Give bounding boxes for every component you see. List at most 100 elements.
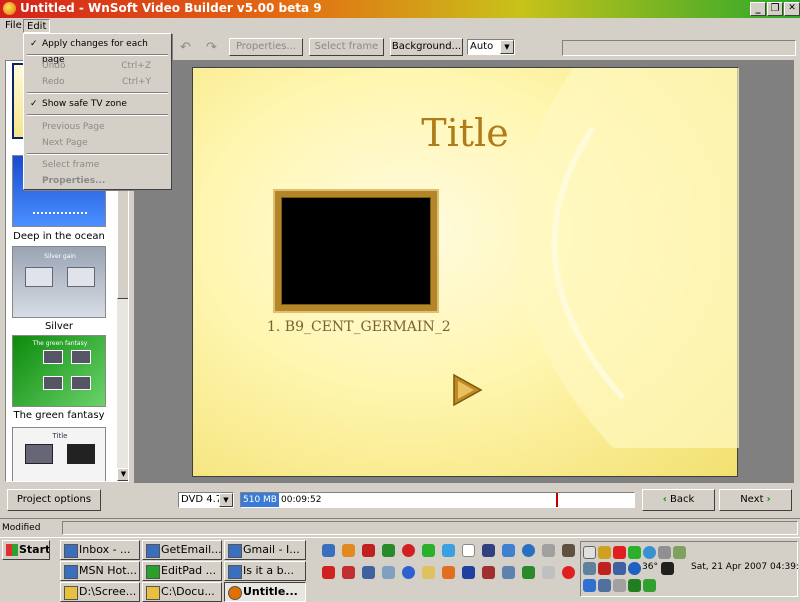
scroll-down-icon[interactable]: ▼ xyxy=(117,468,128,481)
tray-icon[interactable] xyxy=(673,546,686,559)
quick-launch-icon[interactable] xyxy=(362,566,375,579)
quick-launch-icon[interactable] xyxy=(562,544,575,557)
undo-icon[interactable]: ↶ xyxy=(180,40,191,55)
tray-icon[interactable] xyxy=(613,562,626,575)
app-icon xyxy=(228,586,242,600)
quick-launch-icon[interactable] xyxy=(422,566,435,579)
quick-launch-icon[interactable] xyxy=(422,544,435,557)
arrow-left-icon: ‹ xyxy=(662,494,667,505)
task-button-active[interactable]: Untitle... xyxy=(224,582,306,602)
quick-launch-icon[interactable] xyxy=(502,566,515,579)
play-arrow-icon[interactable] xyxy=(451,372,483,408)
quick-launch-icon[interactable] xyxy=(322,566,335,579)
start-label: Start xyxy=(19,543,50,556)
back-button[interactable]: ‹ Back xyxy=(642,489,715,511)
quick-launch-icon[interactable] xyxy=(322,544,335,557)
quick-launch-icon[interactable] xyxy=(562,566,575,579)
menu-item-select-frame[interactable]: Select frame xyxy=(26,157,169,173)
menu-item-label: Select frame xyxy=(42,160,100,170)
menu-item-undo[interactable]: Undo Ctrl+Z xyxy=(26,58,169,74)
task-button[interactable]: MSN Hot... xyxy=(60,561,140,581)
quick-launch-icon[interactable] xyxy=(342,544,355,557)
select-frame-button[interactable]: Select frame xyxy=(309,38,384,56)
tray-icon[interactable] xyxy=(598,546,611,559)
menu-item-show-safe-zone[interactable]: ✓ Show safe TV zone xyxy=(26,96,169,112)
quick-launch-icon[interactable] xyxy=(522,566,535,579)
tray-icon[interactable] xyxy=(658,546,671,559)
properties-button[interactable]: Properties... xyxy=(229,38,303,56)
app-icon[interactable] xyxy=(3,2,16,15)
tray-icon[interactable] xyxy=(643,546,656,559)
next-button[interactable]: Next › xyxy=(719,489,792,511)
task-button[interactable]: Inbox - ... xyxy=(60,540,140,560)
clock[interactable]: Sat, 21 Apr 2007 04:39:10 xyxy=(691,562,800,572)
canvas-title[interactable]: Title xyxy=(219,111,711,155)
quick-launch-icon[interactable] xyxy=(482,544,495,557)
task-button[interactable]: GetEmail... xyxy=(142,540,222,560)
quick-launch-icon[interactable] xyxy=(402,544,415,557)
chevron-down-icon[interactable]: ▼ xyxy=(219,493,233,507)
menu-item-next-page[interactable]: Next Page xyxy=(26,135,169,151)
menu-edit[interactable]: Edit xyxy=(23,19,51,33)
menu-item-previous-page[interactable]: Previous Page xyxy=(26,119,169,135)
task-button[interactable]: EditPad ... xyxy=(142,561,222,581)
quick-launch-icon[interactable] xyxy=(442,544,455,557)
quick-launch-icon[interactable] xyxy=(342,566,355,579)
background-button[interactable]: Background... xyxy=(390,38,463,56)
quick-launch-icon[interactable] xyxy=(482,566,495,579)
toolbar-status-field xyxy=(562,40,796,56)
tray-icon[interactable] xyxy=(613,579,626,592)
tray-icon[interactable] xyxy=(628,546,641,559)
task-button[interactable]: Is it a b... xyxy=(224,561,306,581)
menu-item-redo[interactable]: Redo Ctrl+Y xyxy=(26,74,169,90)
quick-launch-icon[interactable] xyxy=(462,544,475,557)
template-thumb[interactable]: The green fantasy xyxy=(12,335,106,407)
task-button[interactable]: Gmail - I... xyxy=(224,540,306,560)
task-button[interactable]: C:\Docu... xyxy=(142,582,222,602)
chevron-down-icon[interactable]: ▼ xyxy=(500,40,514,54)
tray-icon[interactable] xyxy=(613,546,626,559)
menu-item-apply-changes[interactable]: ✓ Apply changes for each page xyxy=(26,36,169,65)
task-button[interactable]: D:\Scree... xyxy=(60,582,140,602)
tray-icon[interactable] xyxy=(583,579,596,592)
maximize-button[interactable]: ❐ xyxy=(767,2,783,16)
quick-launch-icon[interactable] xyxy=(382,566,395,579)
tray-icon[interactable] xyxy=(598,579,611,592)
aspect-select[interactable]: Auto ▼ xyxy=(467,39,515,55)
quick-launch-icon[interactable] xyxy=(502,544,515,557)
quick-launch-icon[interactable] xyxy=(462,566,475,579)
quick-launch-icon[interactable] xyxy=(522,544,535,557)
project-options-button[interactable]: Project options xyxy=(7,489,101,511)
tray-icon[interactable] xyxy=(643,579,656,592)
system-tray: 36° Sat, 21 Apr 2007 04:39:10 xyxy=(580,541,800,597)
menu-file[interactable]: File xyxy=(2,19,25,33)
weather-icon[interactable] xyxy=(628,562,641,575)
template-thumb[interactable]: Title xyxy=(12,427,106,481)
tray-icon[interactable] xyxy=(661,562,674,575)
tray-icon[interactable] xyxy=(628,579,641,592)
quick-launch-icon[interactable] xyxy=(542,544,555,557)
template-label: Silver xyxy=(44,321,74,332)
start-button[interactable]: Start xyxy=(2,540,50,560)
mail-icon[interactable] xyxy=(583,546,596,559)
quick-launch-icon[interactable] xyxy=(382,544,395,557)
aspect-value: Auto xyxy=(470,41,494,52)
template-thumb[interactable]: Silver gain xyxy=(12,246,106,318)
minimize-button[interactable]: _ xyxy=(750,2,766,16)
video-frame[interactable] xyxy=(275,191,437,311)
quick-launch-icon[interactable] xyxy=(542,566,555,579)
task-label: MSN Hot... xyxy=(79,564,138,577)
quick-launch-icon[interactable] xyxy=(402,566,415,579)
thumb-frame xyxy=(25,444,53,464)
task-label: D:\Scree... xyxy=(79,585,137,598)
close-button[interactable]: ✕ xyxy=(784,2,800,16)
quick-launch-icon[interactable] xyxy=(362,544,375,557)
redo-icon[interactable]: ↷ xyxy=(206,40,217,55)
item-label[interactable]: 1. B9_CENT_GERMAIN_2 xyxy=(267,319,451,335)
quick-launch-icon[interactable] xyxy=(442,566,455,579)
menu-item-properties[interactable]: Properties... xyxy=(26,173,169,189)
tray-icon[interactable] xyxy=(583,562,596,575)
thumb-title: The green fantasy xyxy=(32,340,88,347)
tray-icon[interactable] xyxy=(598,562,611,575)
disc-type-select[interactable]: DVD 4.7 ▼ xyxy=(178,492,234,508)
